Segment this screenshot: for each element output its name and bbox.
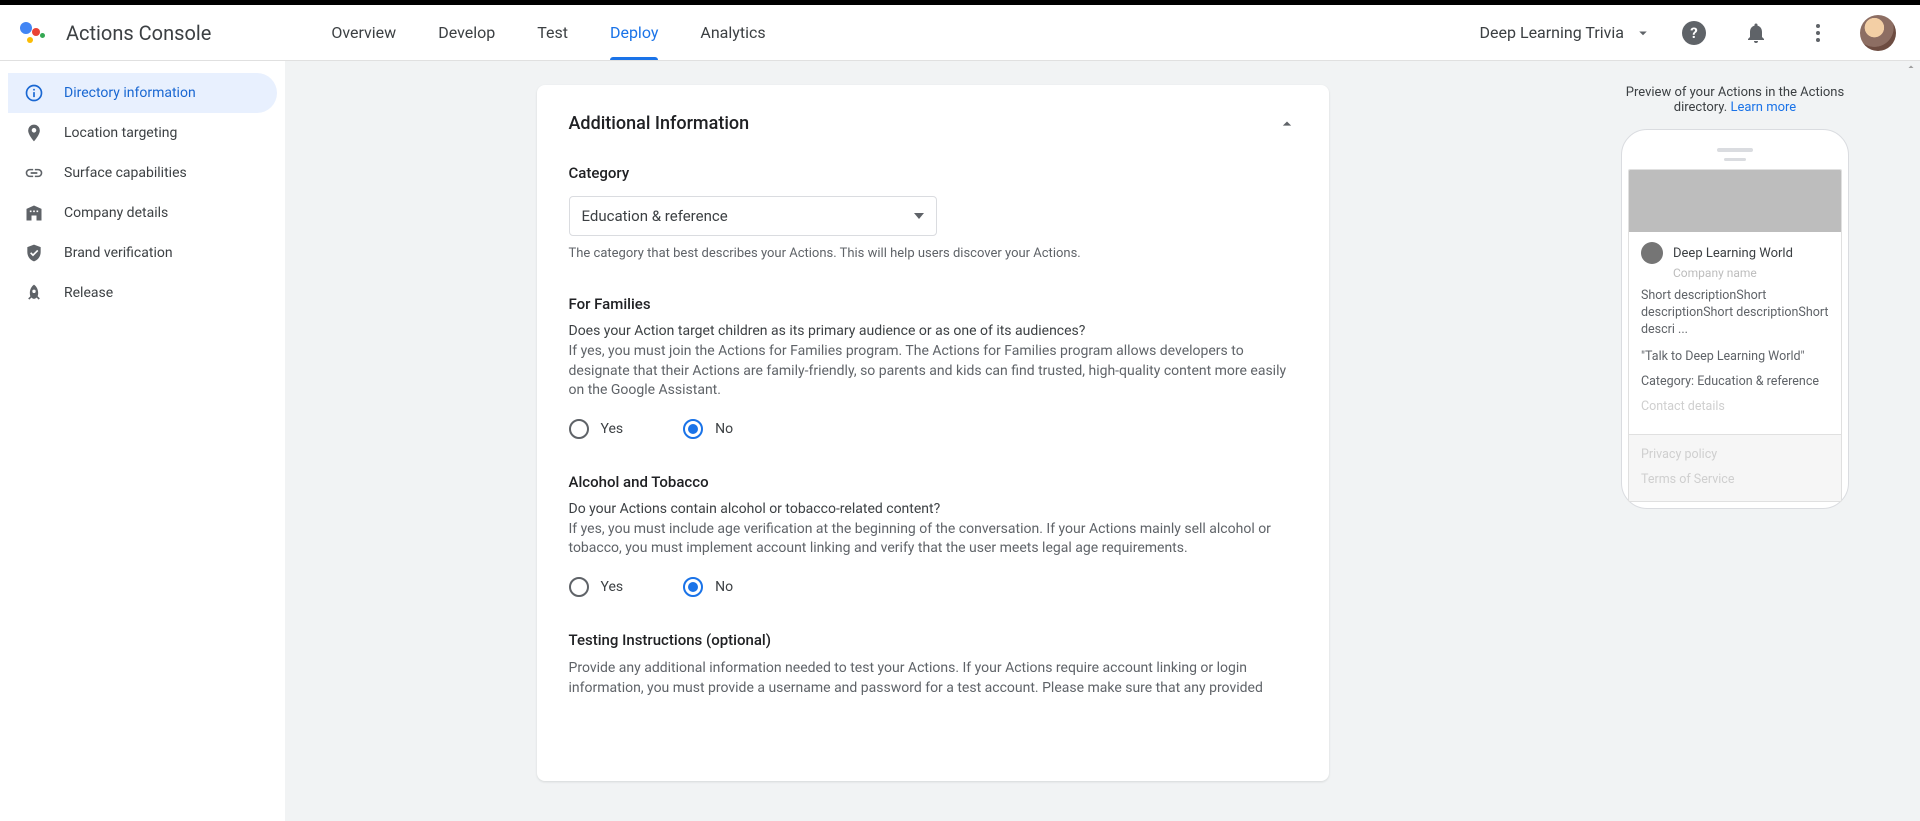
- notifications-button[interactable]: [1736, 13, 1776, 53]
- category-value: Education & reference: [582, 207, 728, 225]
- top-header: Actions Console Overview Develop Test De…: [0, 5, 1920, 61]
- phone-home-icon: [1724, 158, 1746, 161]
- tab-overview[interactable]: Overview: [331, 5, 396, 60]
- category-label: Category: [569, 164, 1297, 182]
- collapse-icon[interactable]: [1277, 114, 1297, 134]
- project-selector[interactable]: Deep Learning Trivia: [1480, 23, 1652, 42]
- radio-label: No: [715, 421, 733, 437]
- sidebar-item-company-details[interactable]: Company details: [8, 193, 277, 233]
- sidebar-item-release[interactable]: Release: [8, 273, 277, 313]
- families-radio-no[interactable]: No: [683, 419, 733, 439]
- phone-preview: Deep Learning World Company name Short d…: [1621, 129, 1849, 509]
- radio-icon: [683, 577, 703, 597]
- help-button[interactable]: ?: [1674, 13, 1714, 53]
- top-tabs: Overview Develop Test Deploy Analytics: [331, 5, 765, 60]
- chevron-down-icon: [1634, 24, 1652, 42]
- preview-contact-details: Contact details: [1641, 399, 1829, 424]
- rocket-icon: [24, 283, 44, 303]
- preview-invocation: "Talk to Deep Learning World": [1641, 349, 1829, 364]
- category-select[interactable]: Education & reference: [569, 196, 937, 236]
- alcohol-desc: If yes, you must include age verificatio…: [569, 520, 1297, 559]
- sidebar-item-label: Release: [64, 285, 113, 301]
- preview-company-name: Company name: [1673, 266, 1829, 280]
- arrow-up-icon: [1905, 61, 1917, 73]
- phone-speaker-icon: [1717, 148, 1753, 152]
- testing-title: Testing Instructions (optional): [569, 631, 1297, 649]
- alcohol-radio-no[interactable]: No: [683, 577, 733, 597]
- shield-icon: [24, 243, 44, 263]
- preview-category: Category: Education & reference: [1641, 374, 1829, 389]
- category-helper: The category that best describes your Ac…: [569, 246, 1297, 261]
- info-icon: [24, 83, 44, 103]
- location-icon: [24, 123, 44, 143]
- sidebar-item-label: Brand verification: [64, 245, 173, 261]
- project-name: Deep Learning Trivia: [1480, 23, 1624, 42]
- bell-icon: [1744, 21, 1768, 45]
- sidebar-item-label: Directory information: [64, 85, 196, 101]
- alcohol-question: Do your Actions contain alcohol or tobac…: [569, 501, 1297, 517]
- dropdown-icon: [914, 213, 924, 219]
- more-menu-button[interactable]: [1798, 13, 1838, 53]
- preview-privacy-link: Privacy policy: [1641, 447, 1829, 462]
- families-desc: If yes, you must join the Actions for Fa…: [569, 342, 1297, 401]
- radio-icon: [569, 577, 589, 597]
- tab-develop[interactable]: Develop: [438, 5, 495, 60]
- sidebar-item-directory-information[interactable]: Directory information: [8, 73, 277, 113]
- preview-banner: [1629, 170, 1841, 232]
- preview-app-icon: [1641, 242, 1663, 264]
- sidebar: Directory information Location targeting…: [0, 61, 285, 821]
- radio-icon: [683, 419, 703, 439]
- sidebar-item-label: Company details: [64, 205, 168, 221]
- sidebar-item-location-targeting[interactable]: Location targeting: [8, 113, 277, 153]
- radio-label: Yes: [601, 579, 624, 595]
- assistant-logo-icon: [18, 19, 46, 47]
- radio-icon: [569, 419, 589, 439]
- preview-learn-more-link[interactable]: Learn more: [1730, 100, 1796, 115]
- radio-label: No: [715, 579, 733, 595]
- preview-short-description: Short descriptionShort descriptionShort …: [1641, 288, 1829, 339]
- company-icon: [24, 203, 44, 223]
- link-icon: [24, 163, 44, 183]
- tab-test[interactable]: Test: [537, 5, 568, 60]
- preview-tos-link: Terms of Service: [1641, 472, 1829, 487]
- sidebar-item-label: Location targeting: [64, 125, 177, 141]
- alcohol-title: Alcohol and Tobacco: [569, 473, 1297, 491]
- account-avatar[interactable]: [1860, 15, 1896, 51]
- preview-panel: Preview of your Actions in the Actions d…: [1580, 61, 1920, 821]
- tab-deploy[interactable]: Deploy: [610, 5, 658, 60]
- sidebar-item-label: Surface capabilities: [64, 165, 187, 181]
- radio-label: Yes: [601, 421, 624, 437]
- families-radio-yes[interactable]: Yes: [569, 419, 624, 439]
- testing-desc: Provide any additional information neede…: [569, 659, 1297, 698]
- scroll-up-button[interactable]: [1904, 60, 1918, 74]
- tab-analytics[interactable]: Analytics: [700, 5, 765, 60]
- preview-app-name: Deep Learning World: [1673, 246, 1793, 261]
- card-title: Additional Information: [569, 113, 750, 134]
- more-vert-icon: [1816, 24, 1820, 42]
- preview-caption: Preview of your Actions in the Actions d…: [1600, 85, 1870, 115]
- sidebar-item-surface-capabilities[interactable]: Surface capabilities: [8, 153, 277, 193]
- app-title: Actions Console: [66, 21, 211, 45]
- alcohol-radio-yes[interactable]: Yes: [569, 577, 624, 597]
- additional-information-card: Additional Information Category Educatio…: [537, 85, 1329, 781]
- families-title: For Families: [569, 295, 1297, 313]
- help-icon: ?: [1682, 21, 1706, 45]
- sidebar-item-brand-verification[interactable]: Brand verification: [8, 233, 277, 273]
- families-question: Does your Action target children as its …: [569, 323, 1297, 339]
